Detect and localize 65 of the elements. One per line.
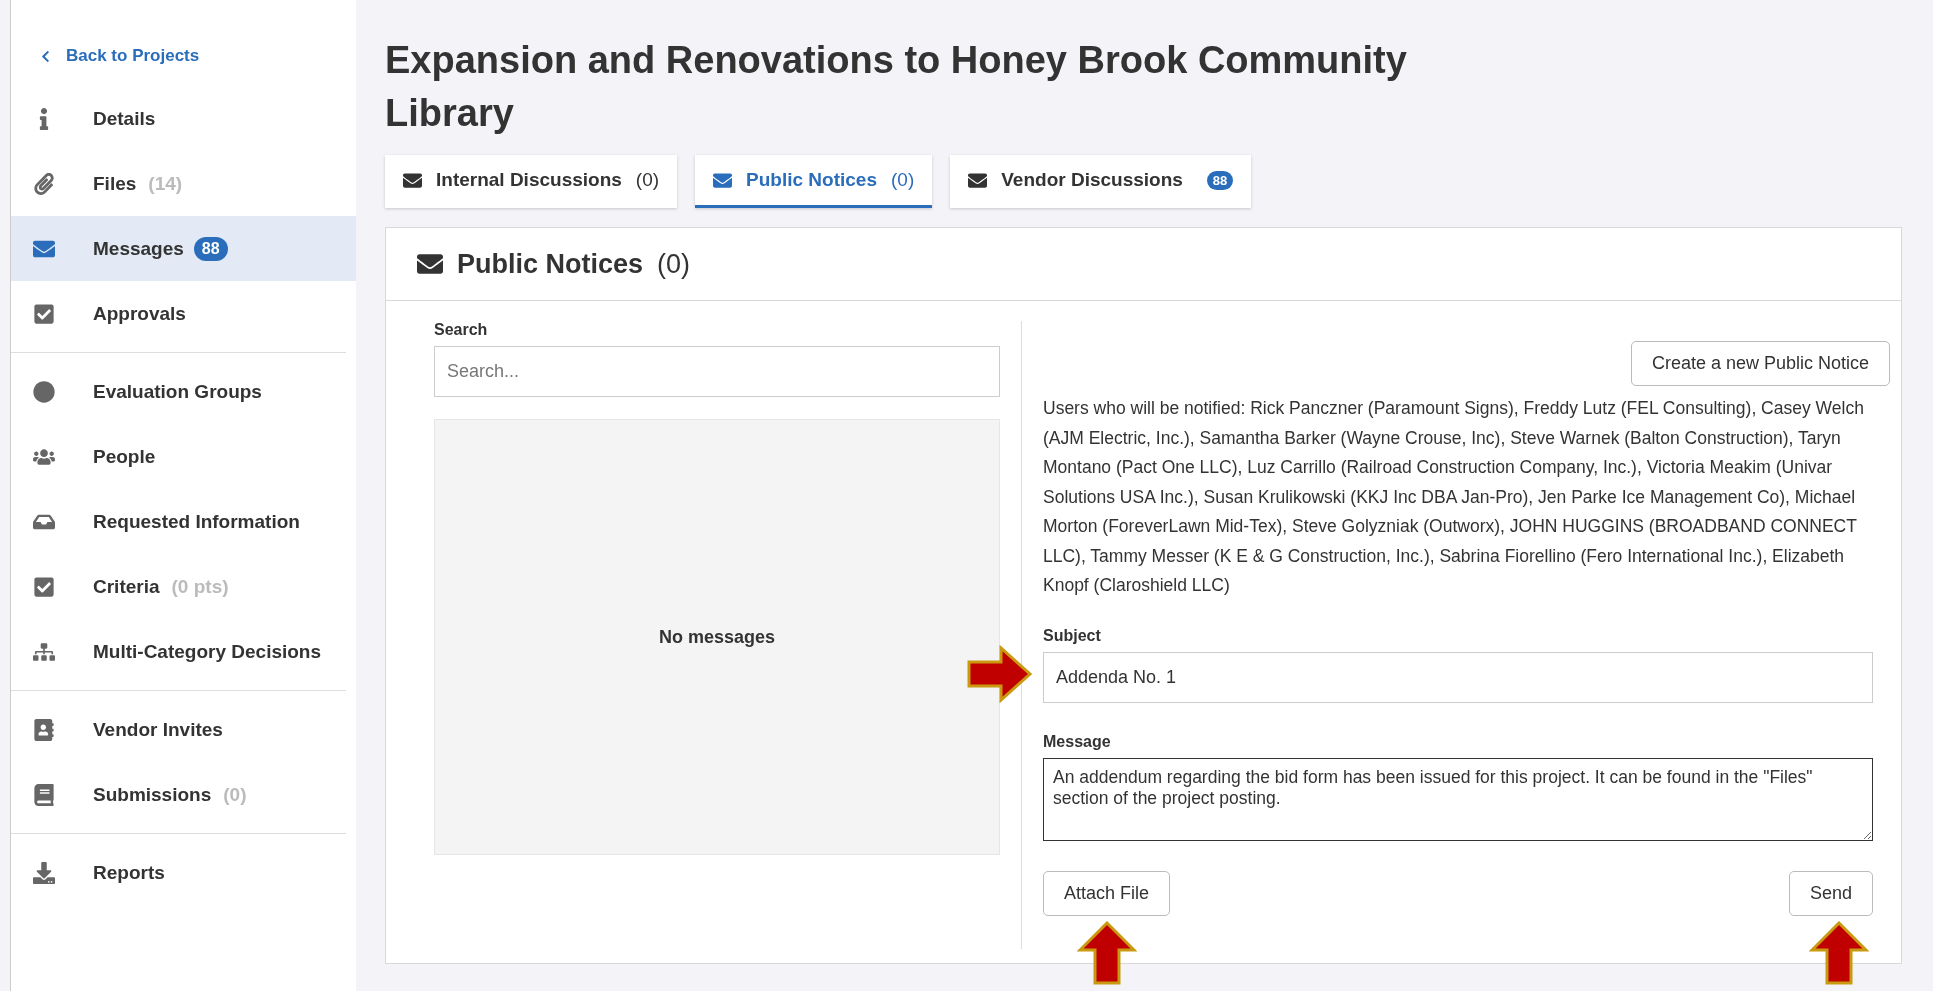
sidebar-item-label: Messages xyxy=(93,237,184,260)
item-count: (0) xyxy=(223,783,247,806)
empty-message: No messages xyxy=(658,626,776,648)
count-badge: 88 xyxy=(1206,170,1234,190)
sidebar-item[interactable]: Evaluation Groups xyxy=(11,359,346,424)
back-link[interactable]: Back to Projects xyxy=(39,46,200,66)
sidebar-item[interactable]: Approvals xyxy=(11,281,346,346)
contact-card-icon xyxy=(33,718,55,741)
checkbox-icon xyxy=(33,575,55,598)
item-count: (0 pts) xyxy=(171,575,229,598)
notified-users-text: Users who will be notified: Rick Panczner (Paramount Signs), Freddy Lutz (FEL Consulting), Casey Welch (AJM Electric, Inc.), Samantha Barker (Wayne Crouse, Inc), Steve Warnek (Balton Construction), Taryn Montano (Pact One LLC), Luz Carrillo (Railroad Construction Company, Inc.), Victoria Meakim (Univar Solutions USA Inc.), Susan Krulikowski (KKJ Inc DBA Jan-Pro), Jen Parke Ice Management Co), Michael Morton (ForeverLawn Mid-Tex), Steve Golyzniak (Outworx), JOHN HUGGINS (BROADBAND CONNECT LLC), Tammy Messer (K E & G Construction, Inc.), Sabrina Fiorellino (Fero International Inc.), Elizabeth Knopf (Claroshield LLC) xyxy=(1043,397,1865,597)
sidebar-item-label: People xyxy=(93,445,156,468)
sidebar-item[interactable]: Requested Information xyxy=(11,489,346,554)
sidebar-item-label: Requested Information xyxy=(93,510,300,533)
sidebar-item[interactable]: Criteria (0 pts) xyxy=(11,554,346,619)
sidebar-item-label: Files xyxy=(93,172,137,195)
sidebar-item-label: Approvals xyxy=(93,302,186,325)
chevron-left-icon xyxy=(39,49,52,63)
page-title: Expansion and Renovations to Honey Brook Community Library xyxy=(385,38,1408,136)
sidebar-item-label: Multi-Category Decisions xyxy=(93,640,322,663)
paperclip-icon xyxy=(33,172,55,195)
attach-file-button[interactable]: Attach File xyxy=(1043,870,1171,916)
hierarchy-icon xyxy=(33,640,55,663)
send-button[interactable]: Send xyxy=(1788,870,1873,916)
sidebar-item-label: Submissions xyxy=(93,783,212,806)
sidebar-item[interactable]: Messages 88 xyxy=(11,216,356,281)
panel-count: (0) xyxy=(657,248,691,280)
circle-icon xyxy=(33,380,55,403)
envelope-icon xyxy=(403,170,422,190)
download-icon xyxy=(33,861,55,884)
tab[interactable]: Vendor Discussions 88 xyxy=(950,155,1252,208)
sidebar-item-label: Reports xyxy=(93,861,165,884)
sidebar-item[interactable]: Submissions (0) xyxy=(11,762,346,827)
sidebar-item[interactable]: Files (14) xyxy=(11,151,346,216)
sidebar-item-label: Vendor Invites xyxy=(93,718,223,741)
subject-field[interactable]: Addenda No. 1 xyxy=(1043,651,1873,703)
message-field[interactable]: An addendum regarding the bid form has been issued for this project. It can be found in the "Files" section of the project posting. xyxy=(1043,757,1873,841)
item-count: (14) xyxy=(148,172,183,195)
book-icon xyxy=(33,783,55,806)
envelope-icon xyxy=(417,251,443,277)
envelope-icon xyxy=(968,170,988,190)
search-label: Search xyxy=(434,321,489,339)
tab-count: (0) xyxy=(891,169,915,191)
subject-label: Subject xyxy=(1043,626,1102,645)
checkbox-icon xyxy=(33,302,55,325)
envelope-icon xyxy=(713,170,733,190)
sidebar-item-label: Evaluation Groups xyxy=(93,380,262,403)
tab-count: (0) xyxy=(635,169,660,191)
sidebar-item[interactable]: Vendor Invites xyxy=(11,697,346,762)
count-badge: 88 xyxy=(193,236,228,261)
tab[interactable]: Internal Discussions (0) xyxy=(385,155,678,208)
sidebar-item[interactable]: Details xyxy=(11,86,346,151)
pointer-arrow xyxy=(1809,920,1869,985)
create-notice-button[interactable]: Create a new Public Notice xyxy=(1630,341,1890,386)
tab[interactable]: Public Notices (0) xyxy=(695,155,933,208)
sidebar-item-label: Criteria xyxy=(93,575,160,598)
panel-title: Public Notices xyxy=(457,248,644,280)
sidebar-item[interactable]: People xyxy=(11,424,346,489)
search-field[interactable]: Search... xyxy=(434,346,1000,397)
sidebar-item-label: Details xyxy=(93,107,156,130)
sidebar-item[interactable]: Multi-Category Decisions xyxy=(11,619,346,684)
sidebar-item[interactable]: Reports xyxy=(11,840,346,905)
pointer-arrow xyxy=(1077,920,1137,985)
message-label: Message xyxy=(1043,732,1112,751)
pointer-arrow xyxy=(967,644,1033,703)
